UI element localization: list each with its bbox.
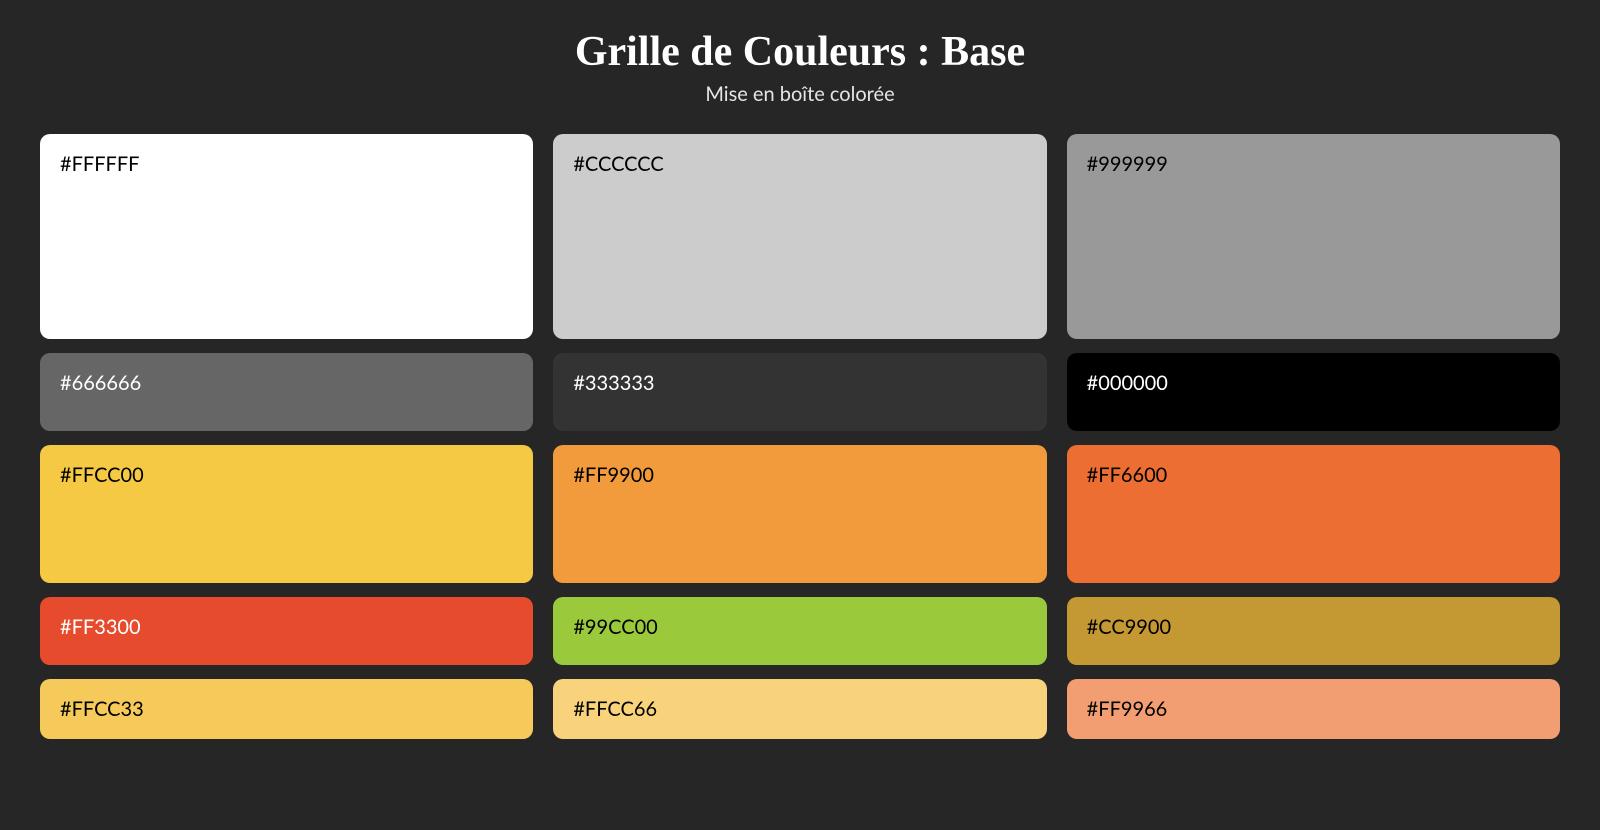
swatch-ffcc33: #FFCC33: [40, 679, 533, 739]
swatch-label: #999999: [1087, 152, 1168, 176]
swatch-label: #FFCC66: [573, 697, 657, 721]
color-grid: #FFFFFF #CCCCCC #999999 #666666 #333333 …: [40, 134, 1560, 739]
swatch-label: #FF3300: [60, 615, 141, 639]
swatch-666666: #666666: [40, 353, 533, 431]
swatch-label: #FF9900: [573, 463, 654, 487]
page-subtitle: Mise en boîte colorée: [40, 82, 1560, 106]
swatch-label: #CCCCCC: [573, 152, 663, 176]
swatch-ff9900: #FF9900: [553, 445, 1046, 583]
swatch-label: #CC9900: [1087, 615, 1171, 639]
swatch-label: #333333: [573, 371, 654, 395]
swatch-label: #FFCC33: [60, 697, 144, 721]
swatch-000000: #000000: [1067, 353, 1560, 431]
swatch-ffcc66: #FFCC66: [553, 679, 1046, 739]
swatch-ff9966: #FF9966: [1067, 679, 1560, 739]
swatch-99cc00: #99CC00: [553, 597, 1046, 665]
swatch-cc9900: #CC9900: [1067, 597, 1560, 665]
swatch-333333: #333333: [553, 353, 1046, 431]
page-title: Grille de Couleurs : Base: [40, 28, 1560, 76]
swatch-label: #FF6600: [1087, 463, 1168, 487]
swatch-ffcc00: #FFCC00: [40, 445, 533, 583]
swatch-label: #666666: [60, 371, 141, 395]
swatch-ffffff: #FFFFFF: [40, 134, 533, 339]
swatch-label: #000000: [1087, 371, 1168, 395]
swatch-cccccc: #CCCCCC: [553, 134, 1046, 339]
swatch-ff3300: #FF3300: [40, 597, 533, 665]
swatch-label: #FFCC00: [60, 463, 144, 487]
swatch-label: #FFFFFF: [60, 152, 139, 176]
swatch-label: #99CC00: [573, 615, 657, 639]
swatch-999999: #999999: [1067, 134, 1560, 339]
swatch-label: #FF9966: [1087, 697, 1168, 721]
swatch-ff6600: #FF6600: [1067, 445, 1560, 583]
